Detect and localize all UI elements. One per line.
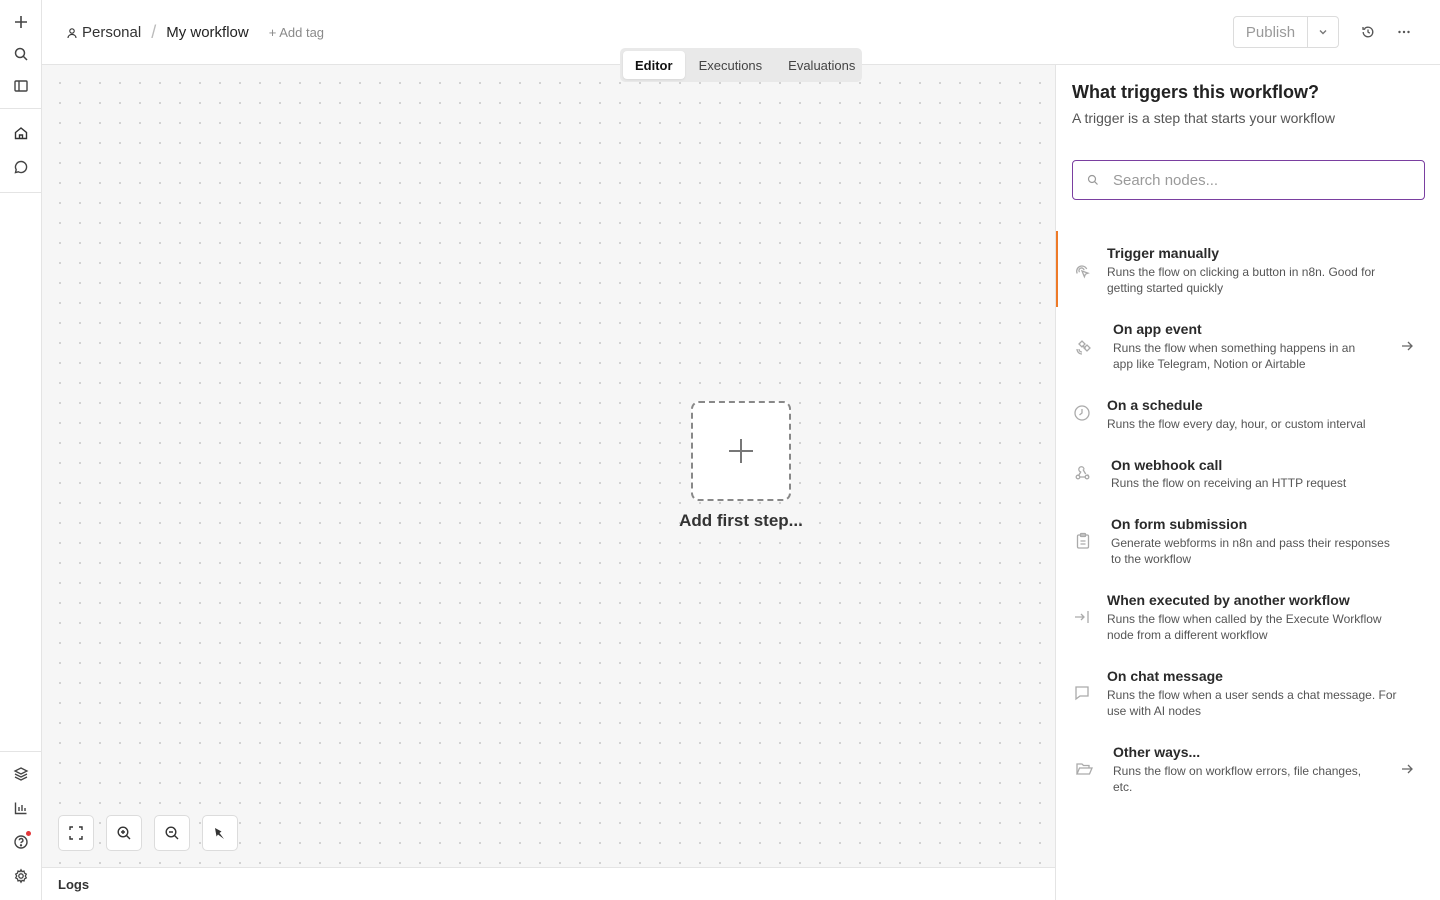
logs-label: Logs xyxy=(58,877,90,892)
workflow-canvas[interactable]: Add first step... xyxy=(42,65,1055,867)
cursor-click-icon xyxy=(1072,261,1092,281)
home-icon[interactable] xyxy=(6,119,36,147)
webhook-icon xyxy=(1073,463,1093,483)
toggle-sidebar-icon[interactable] xyxy=(6,72,36,100)
settings-gear-icon[interactable] xyxy=(6,862,36,890)
trigger-option-title: On chat message xyxy=(1107,668,1223,684)
trigger-option-title: On webhook call xyxy=(1111,457,1223,473)
trigger-option-other[interactable]: Other ways... Runs the flow on workflow … xyxy=(1056,744,1440,794)
trigger-option-desc: Runs the flow when a user sends a chat m… xyxy=(1107,688,1397,702)
project-breadcrumb[interactable]: Personal xyxy=(66,24,141,41)
trigger-option-title: On a schedule xyxy=(1107,397,1203,413)
plus-icon xyxy=(729,439,753,463)
left-sidebar xyxy=(0,0,42,900)
trigger-option-title: When executed by another workflow xyxy=(1107,592,1350,608)
clock-icon xyxy=(1072,403,1092,423)
project-name: Personal xyxy=(82,24,142,41)
trigger-option-desc: to the workflow xyxy=(1111,552,1192,566)
search-icon xyxy=(1087,174,1098,185)
trigger-option-desc: app like Telegram, Notion or Airtable xyxy=(1113,357,1306,371)
create-icon[interactable] xyxy=(6,8,36,36)
user-icon xyxy=(67,27,77,38)
publish-button-group: Publish xyxy=(1233,16,1339,48)
notification-dot xyxy=(26,831,31,836)
more-options-icon[interactable] xyxy=(1394,22,1414,42)
templates-icon[interactable] xyxy=(6,760,36,788)
trigger-option-sub-workflow[interactable]: When executed by another workflow Runs t… xyxy=(1056,592,1440,642)
chat-icon xyxy=(1072,683,1092,703)
trigger-option-title: On form submission xyxy=(1111,516,1248,532)
trigger-option-desc: use with AI nodes xyxy=(1107,704,1202,718)
trigger-option-title: Other ways... xyxy=(1113,744,1201,760)
zoom-out-button[interactable] xyxy=(154,815,190,851)
help-icon[interactable] xyxy=(6,828,36,856)
trigger-option-manual[interactable]: Trigger manually Runs the flow on clicki… xyxy=(1056,231,1440,307)
tab-executions[interactable]: Executions xyxy=(687,51,775,79)
fit-view-icon xyxy=(69,826,83,840)
zoom-in-icon xyxy=(117,826,131,840)
add-first-step-label: Add first step... xyxy=(679,511,803,530)
version-history-icon[interactable] xyxy=(1358,22,1378,42)
node-search-box[interactable] xyxy=(1072,160,1425,200)
chevron-down-icon xyxy=(1319,30,1327,35)
trigger-option-desc: Runs the flow on clicking a button in n8… xyxy=(1107,265,1376,279)
publish-button[interactable]: Publish xyxy=(1234,17,1308,47)
chat-icon[interactable] xyxy=(6,153,36,181)
insights-icon[interactable] xyxy=(6,794,36,822)
add-tag-button[interactable]: + Add tag xyxy=(269,25,324,40)
add-first-step-button[interactable] xyxy=(691,401,791,501)
zoom-in-button[interactable] xyxy=(106,815,142,851)
zoom-out-icon xyxy=(165,826,179,840)
broom-icon xyxy=(215,828,224,839)
arrow-right-icon xyxy=(1400,762,1414,776)
trigger-option-desc: Runs the flow on receiving an HTTP reque… xyxy=(1111,476,1347,490)
rail-divider xyxy=(0,108,41,109)
trigger-option-chat[interactable]: On chat message Runs the flow when a use… xyxy=(1056,668,1440,718)
trigger-option-app-event[interactable]: On app event Runs the flow when somethin… xyxy=(1056,321,1440,371)
trigger-option-desc: Runs the flow when something happens in … xyxy=(1113,341,1356,355)
workflow-name[interactable]: My workflow xyxy=(166,24,249,41)
rail-divider xyxy=(0,751,41,752)
trigger-option-desc: etc. xyxy=(1113,780,1133,794)
logs-panel[interactable]: Logs xyxy=(42,867,1055,900)
clipboard-icon xyxy=(1073,531,1093,551)
folder-open-icon xyxy=(1074,759,1094,779)
search-icon[interactable] xyxy=(6,40,36,68)
publish-options-button[interactable] xyxy=(1308,17,1338,47)
trigger-option-desc: Generate webforms in n8n and pass their … xyxy=(1111,536,1390,550)
view-tabs: Editor Executions Evaluations xyxy=(620,48,862,82)
sign-in-icon xyxy=(1072,607,1092,627)
trigger-option-desc: node from a different workflow xyxy=(1107,628,1268,642)
panel-subtitle: A trigger is a step that starts your wor… xyxy=(1072,110,1335,126)
zoom-to-fit-button[interactable] xyxy=(58,815,94,851)
satellite-icon xyxy=(1074,337,1094,357)
tidy-up-button[interactable] xyxy=(202,815,238,851)
trigger-option-form[interactable]: On form submission Generate webforms in … xyxy=(1056,516,1440,566)
trigger-option-title: Trigger manually xyxy=(1107,245,1220,261)
tab-editor[interactable]: Editor xyxy=(623,51,685,79)
node-search-input[interactable] xyxy=(1113,171,1413,189)
trigger-option-desc: getting started quickly xyxy=(1107,281,1224,295)
trigger-option-desc: Runs the flow every day, hour, or custom… xyxy=(1107,417,1366,431)
trigger-option-webhook[interactable]: On webhook call Runs the flow on receivi… xyxy=(1056,457,1440,490)
arrow-right-icon xyxy=(1400,339,1414,353)
trigger-option-schedule[interactable]: On a schedule Runs the flow every day, h… xyxy=(1056,397,1440,431)
trigger-option-desc: Runs the flow on workflow errors, file c… xyxy=(1113,764,1362,778)
trigger-panel: What triggers this workflow? A trigger i… xyxy=(1055,65,1440,900)
panel-title: What triggers this workflow? xyxy=(1072,82,1320,102)
trigger-option-title: On app event xyxy=(1113,321,1202,337)
tab-evaluations[interactable]: Evaluations xyxy=(776,51,867,79)
breadcrumb-separator: / xyxy=(151,22,157,42)
rail-divider xyxy=(0,192,41,193)
breadcrumb: Personal / My workflow + Add tag xyxy=(66,22,324,43)
trigger-option-desc: Runs the flow when called by the Execute… xyxy=(1107,612,1382,626)
